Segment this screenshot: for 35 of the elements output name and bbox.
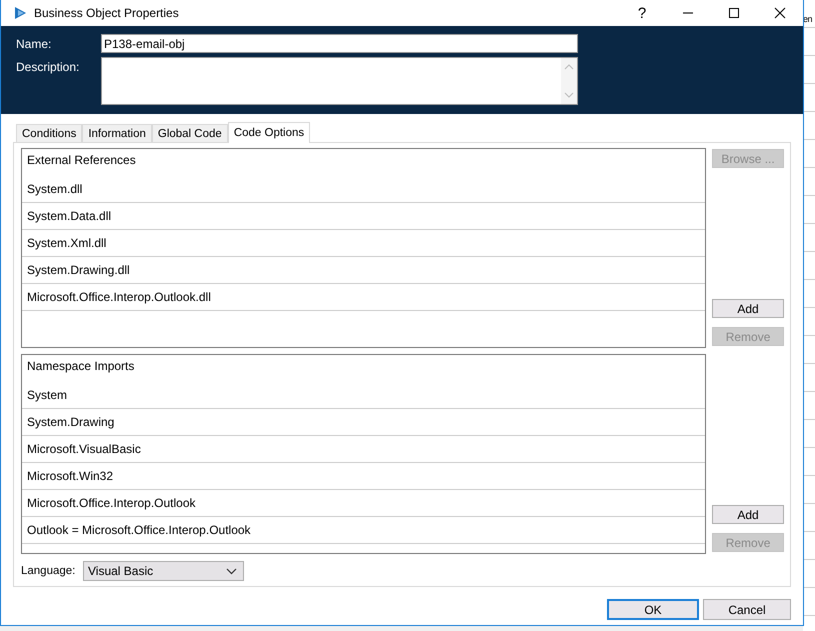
list-item[interactable]: Microsoft.Office.Interop.Outlook — [22, 490, 706, 517]
scroll-up-icon[interactable] — [564, 63, 574, 71]
scroll-down-icon[interactable] — [564, 91, 574, 99]
list-button[interactable]: Add — [712, 505, 784, 524]
chevron-down-icon — [226, 568, 237, 574]
tab[interactable]: Global Code — [152, 124, 228, 142]
window-title: Business Object Properties — [34, 6, 179, 20]
list-item[interactable]: System.Drawing.dll — [22, 257, 706, 284]
list-item[interactable]: Microsoft.VisualBasic — [22, 436, 706, 463]
field-label: Description: — [16, 59, 80, 76]
tab[interactable]: Conditions — [16, 124, 82, 142]
list-item[interactable]: System — [22, 382, 706, 409]
help-button[interactable]: ? — [619, 0, 665, 26]
description-field[interactable] — [101, 57, 578, 105]
list-heading: External References — [26, 152, 137, 169]
language-label: Language: — [21, 565, 76, 577]
maximize-icon — [728, 7, 740, 19]
tab[interactable]: Code Options — [228, 122, 310, 143]
tab[interactable]: Information — [82, 124, 152, 142]
language-dropdown[interactable]: Visual Basic — [83, 561, 244, 581]
name-field[interactable]: P138-email-obj — [101, 34, 578, 53]
list-item[interactable]: System.dll — [22, 176, 706, 203]
list-item[interactable]: Outlook = Microsoft.Office.Interop.Outlook — [22, 517, 706, 544]
list-heading: Namespace Imports — [26, 358, 136, 375]
list-item[interactable]: System.Drawing — [22, 409, 706, 436]
list-button[interactable]: Add — [712, 299, 784, 318]
list-item[interactable]: System.Data.dll — [22, 203, 706, 230]
dialog-button[interactable]: OK — [607, 599, 699, 620]
list-item[interactable]: Microsoft.Win32 — [22, 463, 706, 490]
field-label: Name: — [16, 36, 52, 53]
list-item[interactable]: System.Xml.dll — [22, 230, 706, 257]
app-icon — [13, 6, 27, 20]
list-item[interactable]: Microsoft.Office.Interop.Outlook.dll — [22, 284, 706, 311]
dialog-button[interactable]: Cancel — [703, 599, 791, 620]
close-icon — [774, 7, 786, 19]
